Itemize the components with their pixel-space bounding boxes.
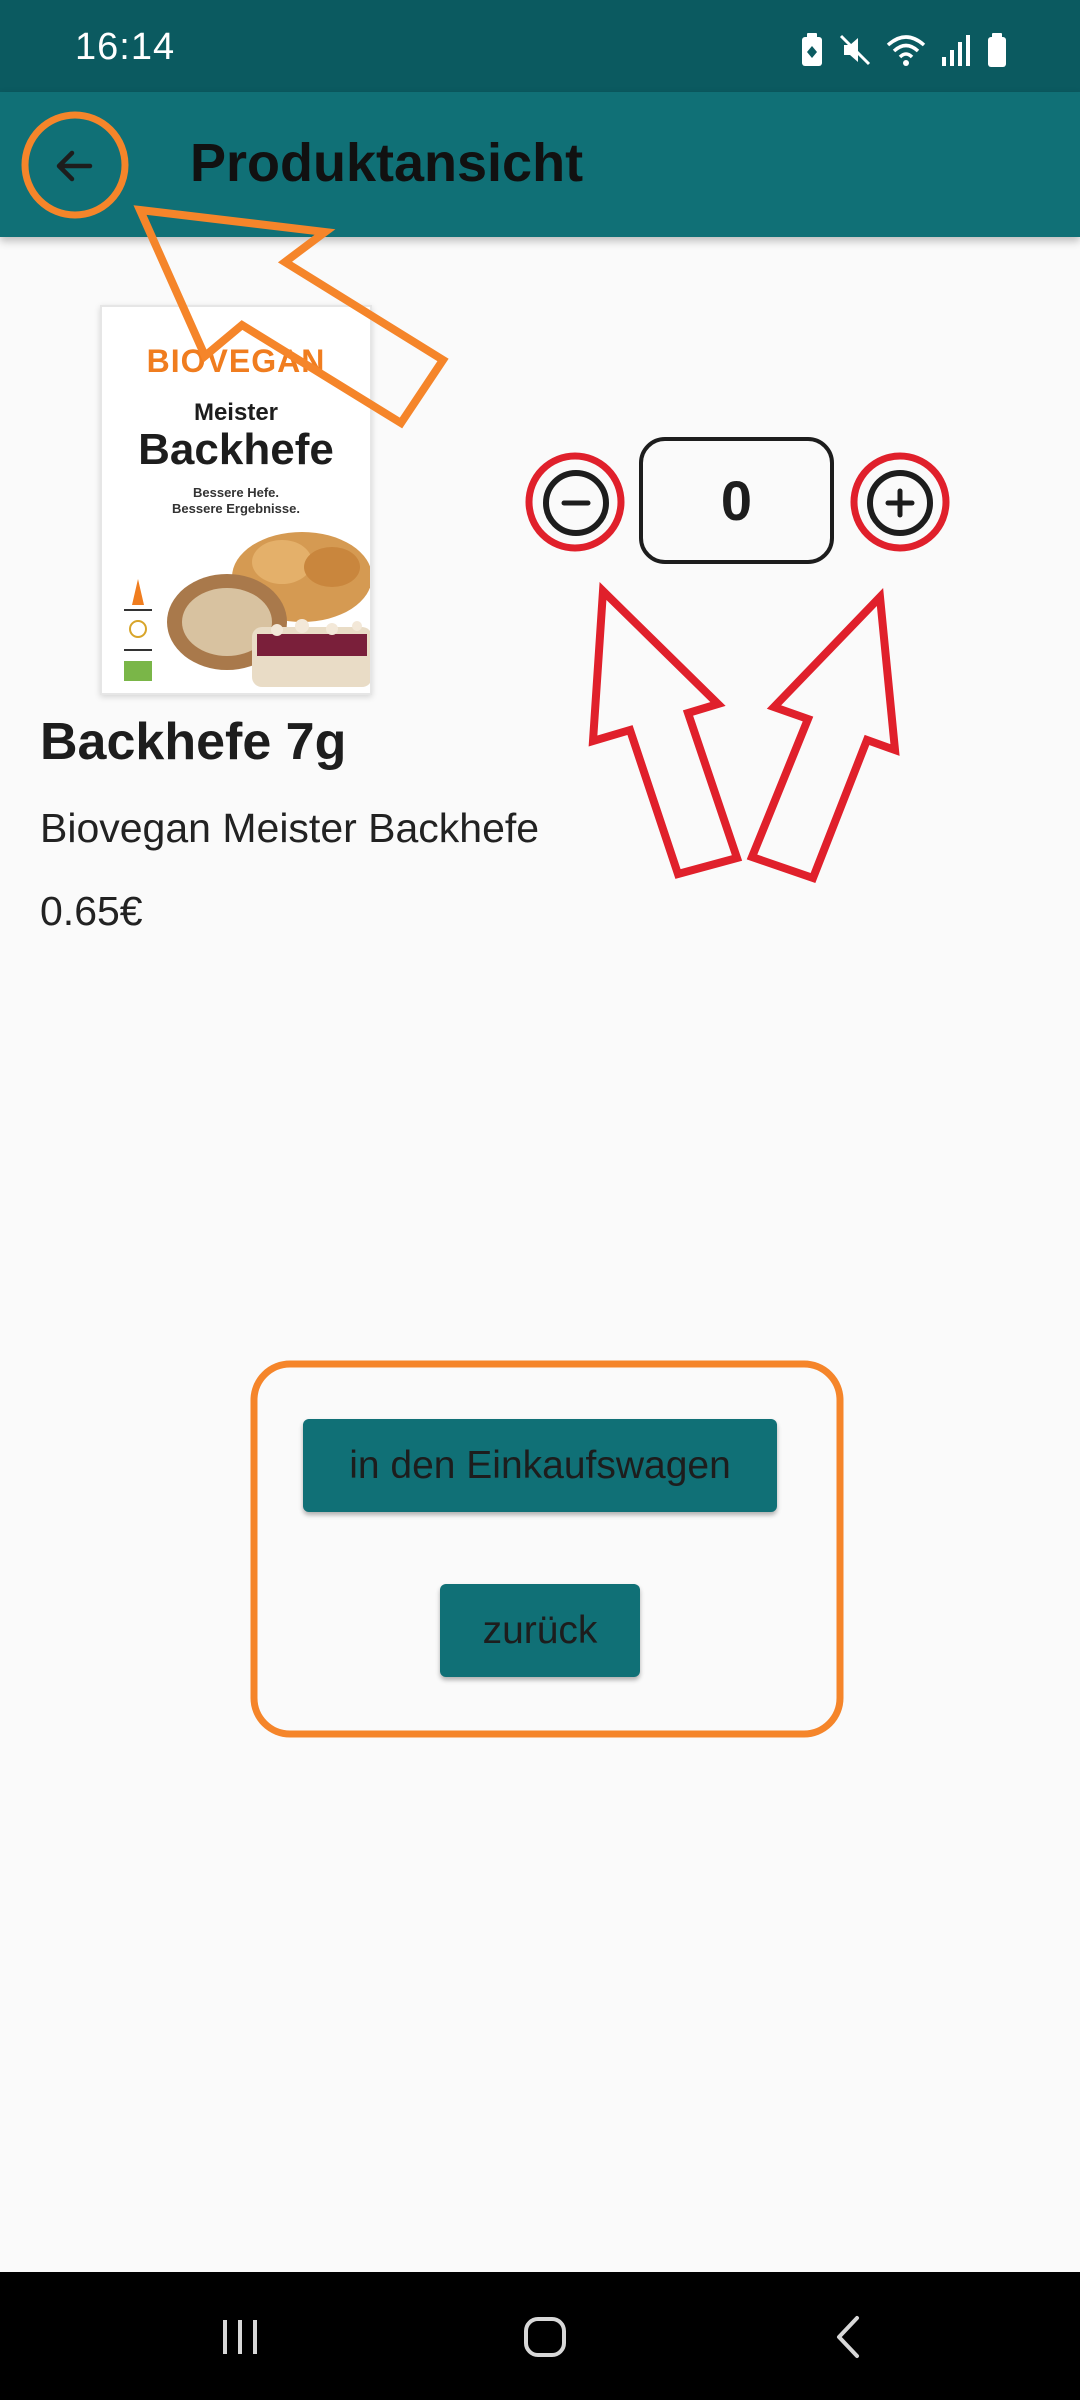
- plus-icon: [885, 488, 915, 518]
- status-bar: 16:14: [0, 0, 1080, 92]
- brand-logo: BIOVEGAN: [146, 343, 326, 379]
- recents-icon[interactable]: [215, 2312, 265, 2362]
- quantity-field[interactable]: 0: [639, 437, 834, 564]
- page-title: Produktansicht: [190, 133, 584, 193]
- product-name: Backhefe 7g: [40, 713, 347, 771]
- pack-tagline-line-2: Bessere Ergebnisse.: [172, 501, 300, 516]
- status-time: 16:14: [75, 26, 176, 68]
- pack-tagline-line-1: Bessere Hefe.: [193, 485, 279, 500]
- battery-saver-icon: [802, 33, 822, 66]
- annotation-arrow-plus: [746, 587, 900, 884]
- bread-illustration: [167, 532, 370, 687]
- status-icons: [800, 30, 1008, 70]
- increment-button[interactable]: [867, 470, 933, 536]
- product-description: Biovegan Meister Backhefe: [40, 805, 540, 851]
- product-image: BIOVEGAN Meister Backhefe Bessere Hefe. …: [100, 305, 372, 695]
- wifi-icon: [886, 35, 926, 66]
- product-price: 0.65€: [40, 888, 143, 934]
- back-icon[interactable]: [825, 2312, 875, 2362]
- vegan-badges: [124, 579, 152, 681]
- back-text-button[interactable]: zurück: [440, 1584, 640, 1677]
- pack-subtitle: Meister: [193, 399, 279, 426]
- app-bar: Produktansicht: [0, 92, 1080, 237]
- pack-title: Backhefe: [138, 425, 334, 474]
- arrow-left-icon: [56, 150, 93, 182]
- minus-icon: [561, 500, 591, 506]
- pack-tagline: Bessere Hefe. Bessere Ergebnisse.: [102, 485, 370, 517]
- decrement-button[interactable]: [543, 470, 609, 536]
- signal-icon: [942, 35, 970, 66]
- system-nav-bar: [0, 2272, 1080, 2400]
- back-button[interactable]: [30, 122, 118, 210]
- mute-icon: [839, 34, 871, 66]
- home-icon[interactable]: [520, 2312, 570, 2362]
- annotation-arrow-minus: [588, 582, 743, 879]
- add-to-cart-button[interactable]: in den Einkaufswagen: [303, 1419, 777, 1512]
- battery-icon: [988, 33, 1006, 67]
